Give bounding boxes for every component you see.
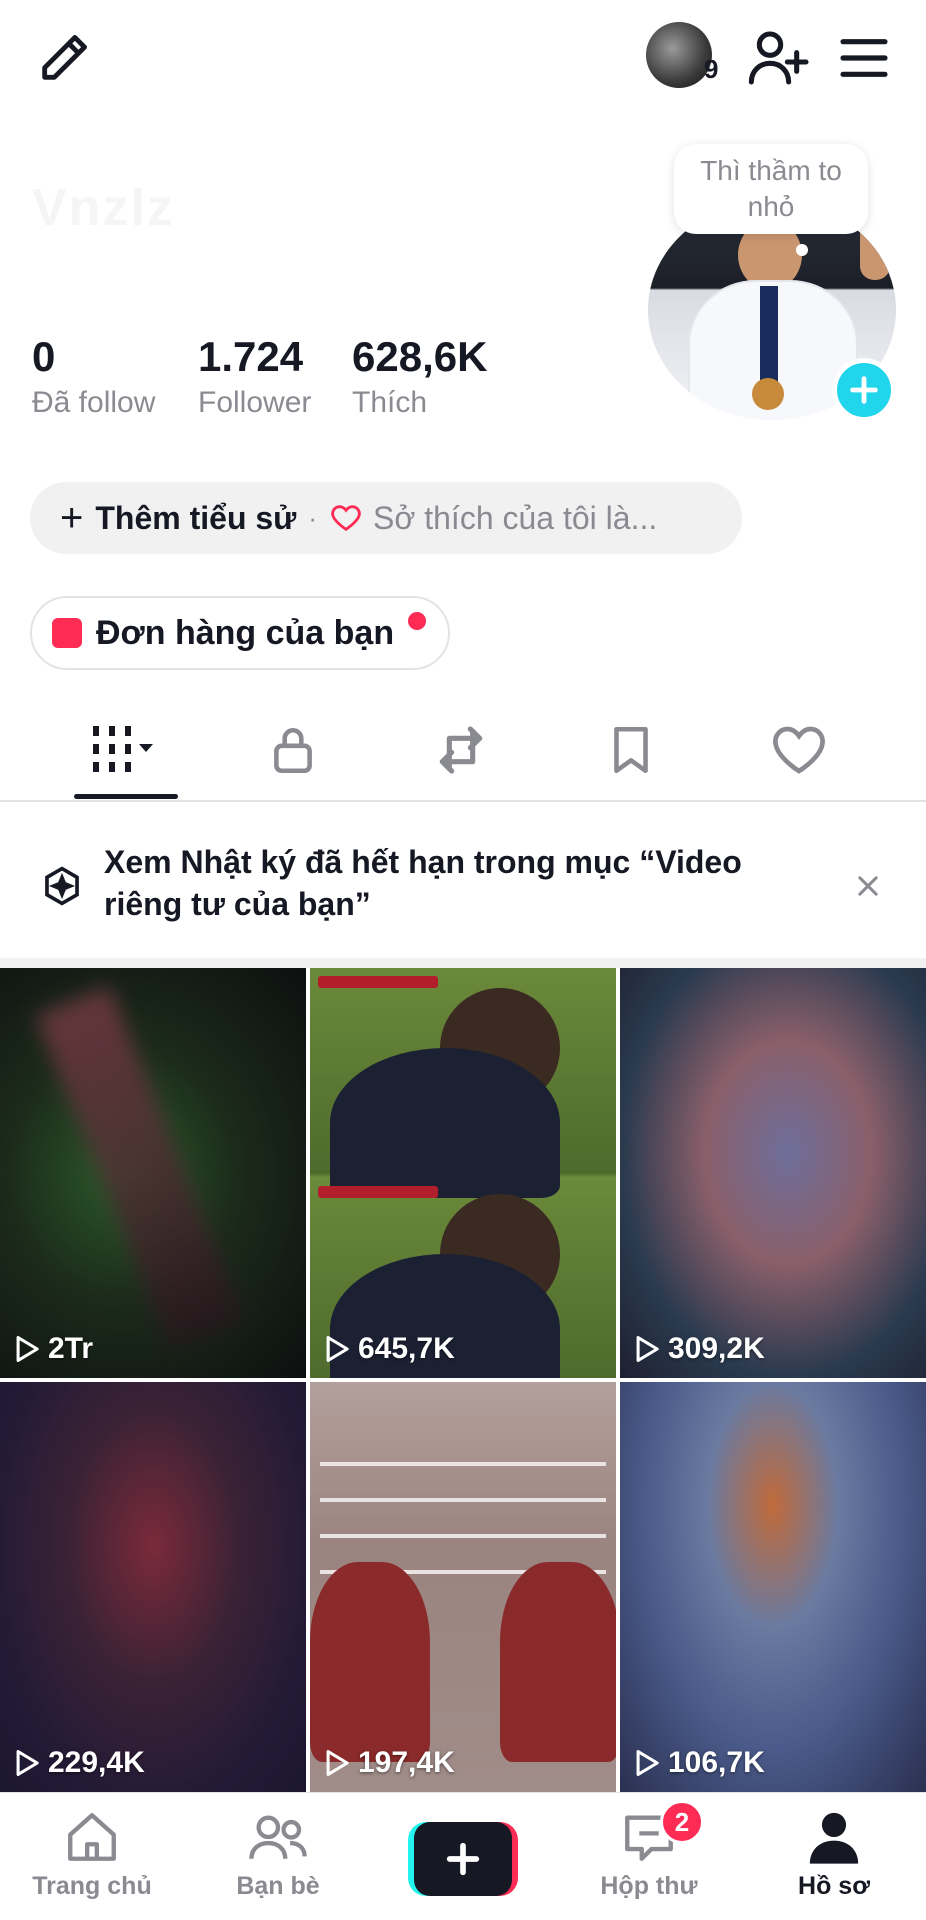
video-thumbnail[interactable]: 197,4K (310, 1382, 616, 1792)
close-notice-button[interactable] (846, 864, 890, 908)
heart-icon (773, 726, 825, 774)
tab-liked[interactable] (744, 710, 854, 790)
play-icon (326, 1750, 349, 1776)
profile-icon (809, 1812, 859, 1864)
following-stat[interactable]: 0 Đã follow (32, 333, 156, 420)
orders-button[interactable]: Đơn hàng của bạn (30, 596, 450, 670)
tab-private[interactable] (238, 710, 348, 790)
grid-top-strip (0, 958, 926, 968)
nav-home-label: Trang chủ (32, 1872, 152, 1900)
tab-reposts[interactable] (406, 710, 516, 790)
account-switcher-avatar[interactable] (646, 22, 712, 88)
tab-saved[interactable] (576, 710, 686, 790)
grid-icon (93, 726, 153, 772)
nav-inbox-label: Hộp thư (600, 1872, 698, 1900)
video-thumbnail[interactable]: 106,7K (620, 1382, 926, 1792)
play-icon (326, 1336, 349, 1362)
inbox-badge: 2 (660, 1800, 704, 1844)
nav-friends[interactable]: Bạn bè (198, 1808, 358, 1901)
play-icon (16, 1336, 39, 1362)
following-count: 0 (32, 333, 56, 380)
nav-friends-label: Bạn bè (236, 1872, 320, 1900)
add-bio-label: Thêm tiểu sử (95, 499, 297, 536)
add-story-button[interactable] (832, 358, 896, 422)
lock-icon (274, 728, 312, 774)
account-notification-count: 9 (704, 54, 719, 84)
likes-count: 628,6K (352, 333, 488, 380)
note-bubble[interactable]: Thì thầm to nhỏ (674, 144, 868, 234)
view-count-text: 229,4K (48, 1746, 145, 1779)
hobby-placeholder: Sở thích của tôi là... (373, 499, 658, 536)
edit-profile-button[interactable] (28, 22, 100, 94)
following-label: Đã follow (32, 386, 156, 420)
likes-label: Thích (352, 386, 428, 420)
followers-label: Follower (198, 386, 312, 420)
followers-stat[interactable]: 1.724 Follower (198, 333, 312, 420)
view-count: 106,7K (634, 1746, 765, 1780)
username: Vnzlz (32, 179, 175, 237)
separator-dot: · (308, 502, 318, 533)
create-video-button[interactable] (408, 1822, 518, 1896)
close-icon (858, 876, 878, 896)
friends-icon (249, 1815, 307, 1859)
nav-home[interactable]: Trang chủ (12, 1808, 172, 1901)
play-icon (16, 1750, 39, 1776)
sparkle-icon (40, 864, 84, 908)
plus-icon (446, 1842, 480, 1876)
play-icon (636, 1336, 659, 1362)
view-count: 2Tr (14, 1332, 93, 1366)
plus-icon: + (60, 495, 84, 540)
view-count-text: 106,7K (668, 1746, 765, 1779)
followers-count: 1.724 (198, 333, 304, 380)
repost-icon (439, 726, 483, 774)
view-count: 197,4K (324, 1746, 455, 1780)
view-count: 645,7K (324, 1332, 455, 1366)
shopping-bag-icon (52, 618, 82, 648)
notice-text: Xem Nhật ký đã hết hạn trong mục “Video … (104, 844, 742, 922)
plus-icon (850, 376, 878, 404)
nav-inbox[interactable]: Hộp thư (569, 1808, 729, 1901)
video-thumbnail[interactable]: 309,2K (620, 968, 926, 1378)
add-friend-button[interactable] (742, 22, 814, 94)
orders-notification-dot (408, 612, 426, 630)
tab-videos[interactable] (70, 710, 180, 790)
home-icon (68, 1813, 116, 1861)
heart-outline-icon (331, 505, 361, 532)
video-thumbnail[interactable]: 229,4K (0, 1382, 306, 1792)
video-thumbnail[interactable]: 2Tr (0, 968, 306, 1378)
nav-profile[interactable]: Hồ sơ (754, 1808, 914, 1901)
view-count-text: 2Tr (48, 1332, 94, 1365)
play-icon (636, 1750, 659, 1776)
tabs-divider (0, 800, 926, 802)
view-count-text: 197,4K (358, 1746, 455, 1779)
orders-label: Đơn hàng của bạn (96, 613, 395, 652)
pencil-icon (42, 35, 87, 80)
view-count: 309,2K (634, 1332, 765, 1366)
view-count: 229,4K (14, 1746, 145, 1780)
active-tab-indicator (74, 794, 178, 799)
bookmark-icon (614, 726, 648, 774)
menu-button[interactable] (832, 26, 896, 90)
video-thumbnail[interactable]: 645,7K (310, 968, 616, 1378)
hamburger-menu-icon (840, 39, 888, 77)
add-user-icon (748, 31, 809, 85)
view-count-text: 309,2K (668, 1332, 765, 1365)
bio-pill[interactable]: + Thêm tiểu sử · Sở thích của tôi là... (30, 482, 742, 554)
likes-stat[interactable]: 628,6K Thích (352, 333, 488, 420)
nav-profile-label: Hồ sơ (798, 1872, 870, 1900)
note-bubble-tail (796, 244, 808, 256)
view-count-text: 645,7K (358, 1332, 455, 1365)
